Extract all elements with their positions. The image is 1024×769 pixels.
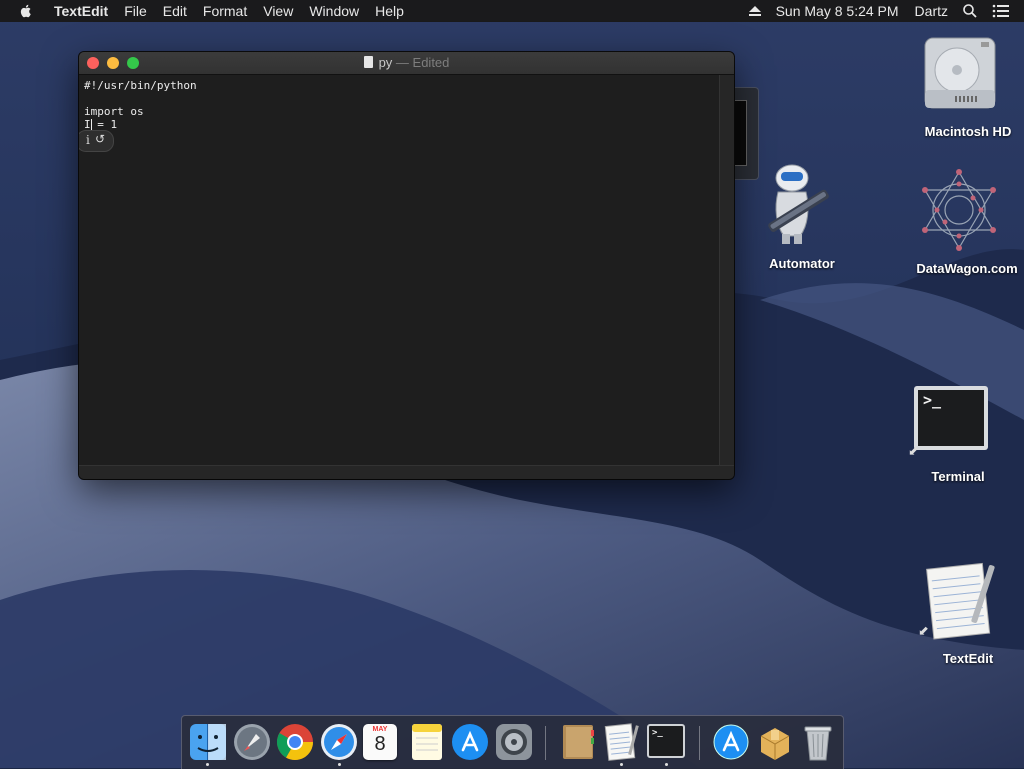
menu-window[interactable]: Window (309, 0, 359, 22)
menu-format[interactable]: Format (203, 0, 247, 22)
menu-user[interactable]: Dartz (915, 0, 948, 22)
safari-icon[interactable] (319, 722, 359, 762)
dock-running-indicator (206, 763, 209, 766)
menu-help[interactable]: Help (375, 0, 404, 22)
alias-arrow-icon: ⬋ (908, 443, 919, 458)
network-volume-icon (922, 169, 996, 251)
alias-arrow-icon: ⬋ (918, 623, 929, 638)
desktop-icon-datawagon[interactable]: DataWagon.com (916, 168, 1018, 280)
dock-running-indicator (620, 763, 623, 766)
eject-icon[interactable] (748, 5, 762, 17)
dock-separator (699, 726, 700, 760)
calendar-icon[interactable]: MAY 8 (363, 724, 397, 760)
desktop-icon-terminal[interactable]: >_ ⬋ Terminal (908, 385, 992, 489)
textedit-icon[interactable] (601, 722, 641, 762)
terminal-prompt-text: >_ (923, 391, 942, 409)
contacts-icon[interactable] (558, 722, 598, 762)
background-window-content (734, 100, 747, 166)
code-line-1: #!/usr/bin/python (84, 79, 197, 92)
menu-bar: TextEdit File Edit Format View Window He… (0, 0, 1024, 22)
text-editor-area[interactable]: #!/usr/bin/python import os I = 1 i ↺ (79, 75, 719, 465)
menu-app-name[interactable]: TextEdit (54, 0, 108, 22)
archive-utility-icon[interactable] (755, 722, 795, 762)
calendar-day: 8 (374, 733, 386, 755)
code-line-2: import os (84, 105, 144, 118)
window-title-status: — Edited (392, 55, 450, 70)
window-title-name: py (378, 55, 393, 70)
info-icon[interactable]: i (86, 133, 90, 147)
desktop-icon-textedit[interactable]: ⬋ TextEdit (918, 560, 1002, 668)
terminal-icon[interactable]: >_ (647, 724, 685, 758)
textedit-window[interactable]: py — Edited #!/usr/bin/python import os … (79, 52, 734, 479)
system-preferences-icon[interactable] (494, 722, 534, 762)
notification-center-icon[interactable] (992, 4, 1010, 18)
spotlight-search-icon[interactable] (962, 3, 978, 19)
desktop-icon-automator[interactable]: Automator (752, 160, 835, 272)
notes-icon[interactable] (407, 722, 447, 762)
menu-file[interactable]: File (124, 0, 147, 22)
finder-icon[interactable] (188, 722, 228, 762)
desktop-icon-macintosh-hd[interactable]: Macintosh HD (918, 32, 1011, 147)
menu-edit[interactable]: Edit (163, 0, 187, 22)
app-store-icon[interactable] (450, 722, 490, 762)
menu-view[interactable]: View (263, 0, 293, 22)
undo-icon[interactable]: ↺ (95, 132, 105, 146)
menu-clock[interactable]: Sun May 8 5:24 PM (776, 0, 899, 22)
desktop-icon-label: TextEdit (942, 651, 994, 666)
window-title: py — Edited (79, 52, 734, 74)
window-titlebar[interactable]: py — Edited (79, 52, 734, 75)
desktop-icon-label: Automator (769, 256, 835, 271)
horizontal-scrollbar[interactable] (79, 465, 734, 479)
desktop-icon-label: Terminal (931, 469, 985, 484)
textedit-icon (926, 562, 995, 640)
launchpad-icon[interactable] (232, 722, 272, 762)
calendar-month: MAY (372, 726, 388, 733)
dock: MAY 8 >_ (181, 715, 844, 769)
automator-robot-icon (768, 164, 829, 244)
dock-running-indicator (338, 763, 341, 766)
desktop-icon-label: DataWagon.com (916, 261, 1018, 276)
document-icon (363, 56, 373, 68)
apple-icon[interactable] (18, 3, 34, 19)
chrome-icon[interactable] (275, 722, 315, 762)
hard-drive-icon (924, 37, 996, 109)
dock-running-indicator (665, 763, 668, 766)
dock-separator (545, 726, 546, 760)
terminal-prompt-text: >_ (652, 728, 663, 738)
app-store-downloads-icon[interactable] (711, 722, 751, 762)
autocorrect-suggestion-bubble[interactable]: i ↺ (79, 130, 114, 152)
trash-icon[interactable] (798, 722, 838, 762)
desktop-icon-label: Macintosh HD (924, 124, 1012, 139)
